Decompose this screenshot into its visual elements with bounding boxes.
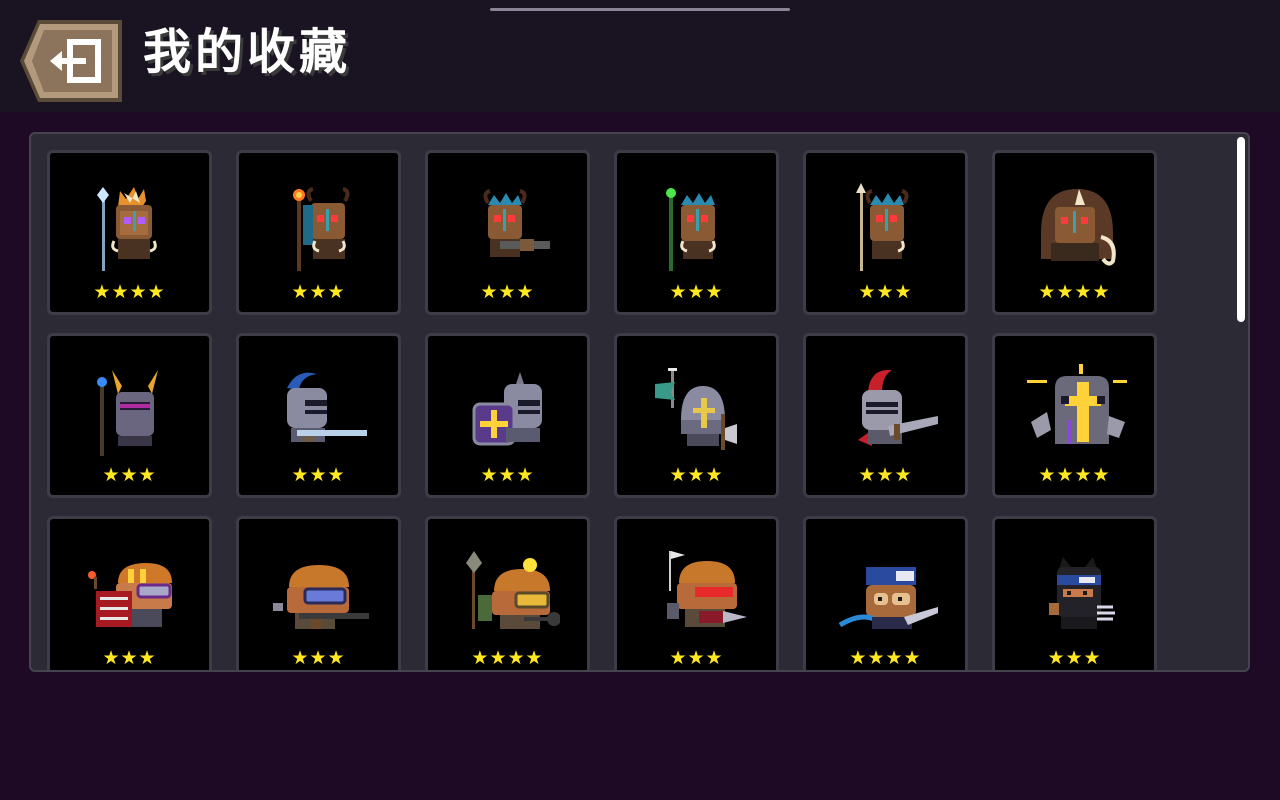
druid-character-icon <box>97 187 157 271</box>
rarity-stars: ★★★★ <box>1038 281 1111 303</box>
drag-handle[interactable] <box>490 8 790 11</box>
rarity-stars: ★★★★ <box>1038 464 1111 486</box>
page-title: 我的收藏 <box>143 24 352 80</box>
collection-card[interactable]: ★★★★ <box>992 150 1157 315</box>
rarity-stars: ★★★ <box>858 464 913 486</box>
collection-card[interactable]: ★★★★ <box>425 516 590 670</box>
rarity-stars: ★★★ <box>669 647 724 669</box>
back-button[interactable] <box>20 20 122 102</box>
collection-card[interactable]: ★★★ <box>425 150 590 315</box>
collection-card[interactable]: ★★★ <box>803 150 968 315</box>
rarity-stars: ★★★ <box>291 281 346 303</box>
rarity-stars: ★★★★ <box>93 281 166 303</box>
collection-card[interactable]: ★★★ <box>236 516 401 670</box>
exit-door-icon <box>20 20 122 102</box>
rarity-stars: ★★★ <box>291 647 346 669</box>
scrollbar[interactable] <box>1237 137 1245 667</box>
druid-character-icon <box>483 189 550 257</box>
scrollbar-thumb[interactable] <box>1237 137 1245 322</box>
collection-card[interactable]: ★★★ <box>992 516 1157 670</box>
rarity-stars: ★★★ <box>480 281 535 303</box>
engineer-character-icon <box>667 551 747 627</box>
druid-character-icon <box>856 183 909 271</box>
rarity-stars: ★★★ <box>102 647 157 669</box>
rarity-stars: ★★★★ <box>471 647 544 669</box>
collection-card[interactable]: ★★★ <box>614 516 779 670</box>
druid-character-icon <box>293 187 350 271</box>
collection-card[interactable]: ★★★ <box>236 150 401 315</box>
engineer-character-icon <box>466 551 560 629</box>
collection-panel[interactable]: ★★★★ ★★★ ★★★ ★★★ ★★★ ★★★★ ★★★ ★★★ ★★★ ★★… <box>29 132 1250 672</box>
rarity-stars: ★★★ <box>102 464 157 486</box>
rarity-stars: ★★★ <box>669 464 724 486</box>
rarity-stars: ★★★ <box>858 281 913 303</box>
engineer-character-icon <box>273 565 369 629</box>
collection-grid: ★★★★ ★★★ ★★★ ★★★ ★★★ ★★★★ ★★★ ★★★ ★★★ ★★… <box>47 150 1157 670</box>
rarity-stars: ★★★★ <box>849 647 922 669</box>
collection-card[interactable]: ★★★ <box>614 333 779 498</box>
collection-card[interactable]: ★★★★ <box>47 150 212 315</box>
collection-card[interactable]: ★★★ <box>803 333 968 498</box>
collection-card[interactable]: ★★★ <box>614 150 779 315</box>
rarity-stars: ★★★ <box>291 464 346 486</box>
druid-character-icon <box>1041 189 1116 266</box>
collection-card[interactable]: ★★★ <box>47 333 212 498</box>
assassin-character-icon <box>838 567 938 629</box>
paladin-character-icon <box>1027 364 1127 444</box>
collection-card[interactable]: ★★★ <box>236 333 401 498</box>
paladin-character-icon <box>858 369 938 446</box>
paladin-character-icon <box>97 370 158 456</box>
paladin-character-icon <box>287 372 367 442</box>
collection-card[interactable]: ★★★★ <box>803 516 968 670</box>
assassin-character-icon <box>1049 557 1115 629</box>
rarity-stars: ★★★ <box>1047 647 1102 669</box>
top-bar: 我的收藏 <box>0 0 1280 112</box>
paladin-character-icon <box>655 368 737 450</box>
rarity-stars: ★★★ <box>669 281 724 303</box>
collection-card[interactable]: ★★★ <box>425 333 590 498</box>
druid-character-icon <box>666 188 716 271</box>
collection-card[interactable]: ★★★★ <box>992 333 1157 498</box>
rarity-stars: ★★★ <box>480 464 535 486</box>
collection-card[interactable]: ★★★ <box>47 516 212 670</box>
paladin-character-icon <box>472 372 542 446</box>
engineer-character-icon <box>88 563 172 627</box>
